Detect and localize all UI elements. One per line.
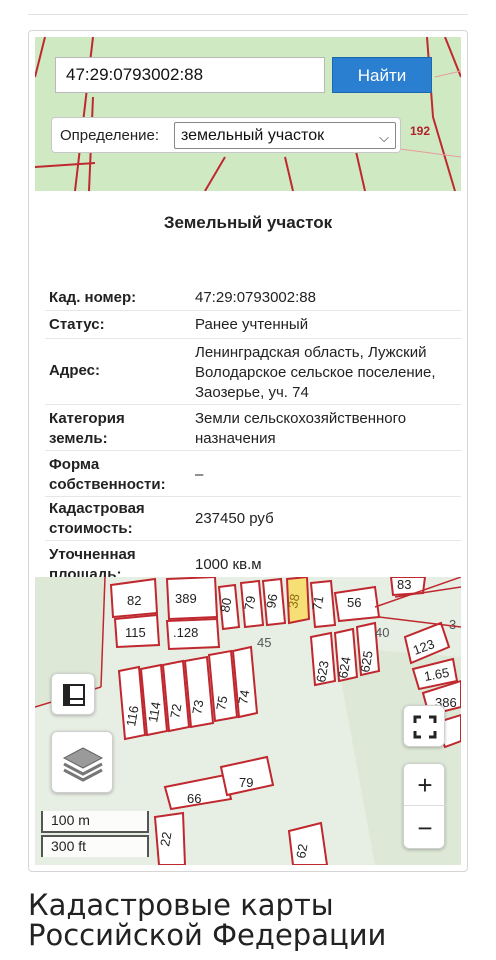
info-value: Земли сельскохозяйственного назначения (195, 410, 407, 447)
svg-text:56: 56 (347, 595, 361, 610)
info-title: Земельный участок (163, 213, 333, 232)
svg-text:.128: .128 (173, 625, 198, 640)
info-value: Ленинградская область, Лужский Володарск… (195, 344, 436, 401)
svg-text:74: 74 (235, 689, 252, 706)
svg-text:79: 79 (239, 775, 253, 790)
svg-text:75: 75 (213, 695, 230, 712)
cadastral-map-widget: 47:29:0793002:88 Найти Определение: земе… (28, 30, 468, 872)
fullscreen-button[interactable] (403, 705, 445, 747)
find-button[interactable]: Найти (332, 57, 432, 93)
info-key: Кадастровая стоимость: (49, 500, 145, 537)
svg-text:71: 71 (309, 595, 326, 612)
info-value: 1000 кв.м (195, 556, 262, 573)
fullscreen-icon (413, 715, 437, 739)
svg-text:115: 115 (125, 625, 146, 640)
top-divider (28, 14, 468, 15)
svg-text:66: 66 (187, 791, 201, 806)
info-key: Категория земель: (49, 410, 125, 447)
info-key: Статус: (49, 316, 105, 333)
info-row-ownership-form: Форма собственности: – (45, 451, 461, 497)
layers-button[interactable] (51, 731, 113, 793)
svg-text:96: 96 (263, 593, 280, 610)
info-value: Ранее учтенный (195, 316, 309, 333)
info-value: – (195, 466, 204, 483)
svg-text:72: 72 (167, 703, 184, 720)
ruler-icon (63, 684, 85, 706)
definition-selected-value: земельный участок (181, 127, 325, 144)
info-key: Кад. номер: (49, 289, 137, 306)
info-row-land-category: Категория земель: Земли сельскохозяйстве… (45, 405, 461, 451)
layers-icon (62, 747, 104, 782)
info-value: 237450 руб (195, 510, 274, 527)
top-map[interactable]: 47:29:0793002:88 Найти Определение: земе… (35, 37, 461, 191)
svg-text:73: 73 (189, 699, 206, 716)
cadastral-map[interactable]: 82 389 115 .128 80 79 96 38 71 56 83 45 … (35, 577, 461, 865)
parcel-info-panel: Земельный участок Кад. номер: 47:29:0793… (35, 191, 461, 583)
scale-metric: 100 m (41, 811, 149, 833)
svg-text:79: 79 (241, 595, 258, 612)
parcel-label: 192 (410, 124, 431, 138)
svg-text:389: 389 (175, 591, 197, 606)
info-row-cadastral-number: Кад. номер: 47:29:0793002:88 (45, 283, 461, 311)
svg-text:38: 38 (285, 593, 302, 610)
info-row-address: Адрес: Ленинградская область, Лужский Во… (45, 339, 461, 405)
measure-button[interactable] (51, 673, 95, 715)
page-heading: Кадастровые карты Российской Федерации (28, 888, 387, 952)
svg-text:62: 62 (293, 843, 310, 860)
svg-text:40: 40 (375, 625, 389, 640)
svg-text:82: 82 (127, 593, 141, 608)
definition-select[interactable]: земельный участок ⌵ (174, 122, 396, 149)
svg-text:22: 22 (157, 831, 174, 848)
svg-text:45: 45 (257, 635, 271, 650)
zoom-control: + − (403, 763, 446, 849)
definition-filter: Определение: земельный участок ⌵ (51, 117, 401, 153)
cadastral-number-input[interactable]: 47:29:0793002:88 (55, 57, 325, 93)
scale-imperial: 300 ft (41, 835, 149, 857)
zoom-out-button[interactable]: − (404, 807, 446, 849)
info-key: Адрес: (49, 362, 101, 379)
definition-label: Определение: (60, 127, 160, 144)
info-row-cadastral-value: Кадастровая стоимость: 237450 руб (45, 497, 461, 541)
info-row-status: Статус: Ранее учтенный (45, 311, 461, 339)
info-row-area: Уточненная площадь: 1000 кв.м (45, 541, 461, 583)
svg-text:83: 83 (397, 577, 411, 592)
svg-text:80: 80 (217, 597, 234, 614)
chevron-down-icon: ⌵ (379, 130, 389, 145)
info-value: 47:29:0793002:88 (195, 289, 316, 306)
info-key: Форма собственности: (49, 456, 166, 493)
zoom-in-button[interactable]: + (404, 764, 446, 806)
svg-text:3: 3 (449, 617, 456, 632)
